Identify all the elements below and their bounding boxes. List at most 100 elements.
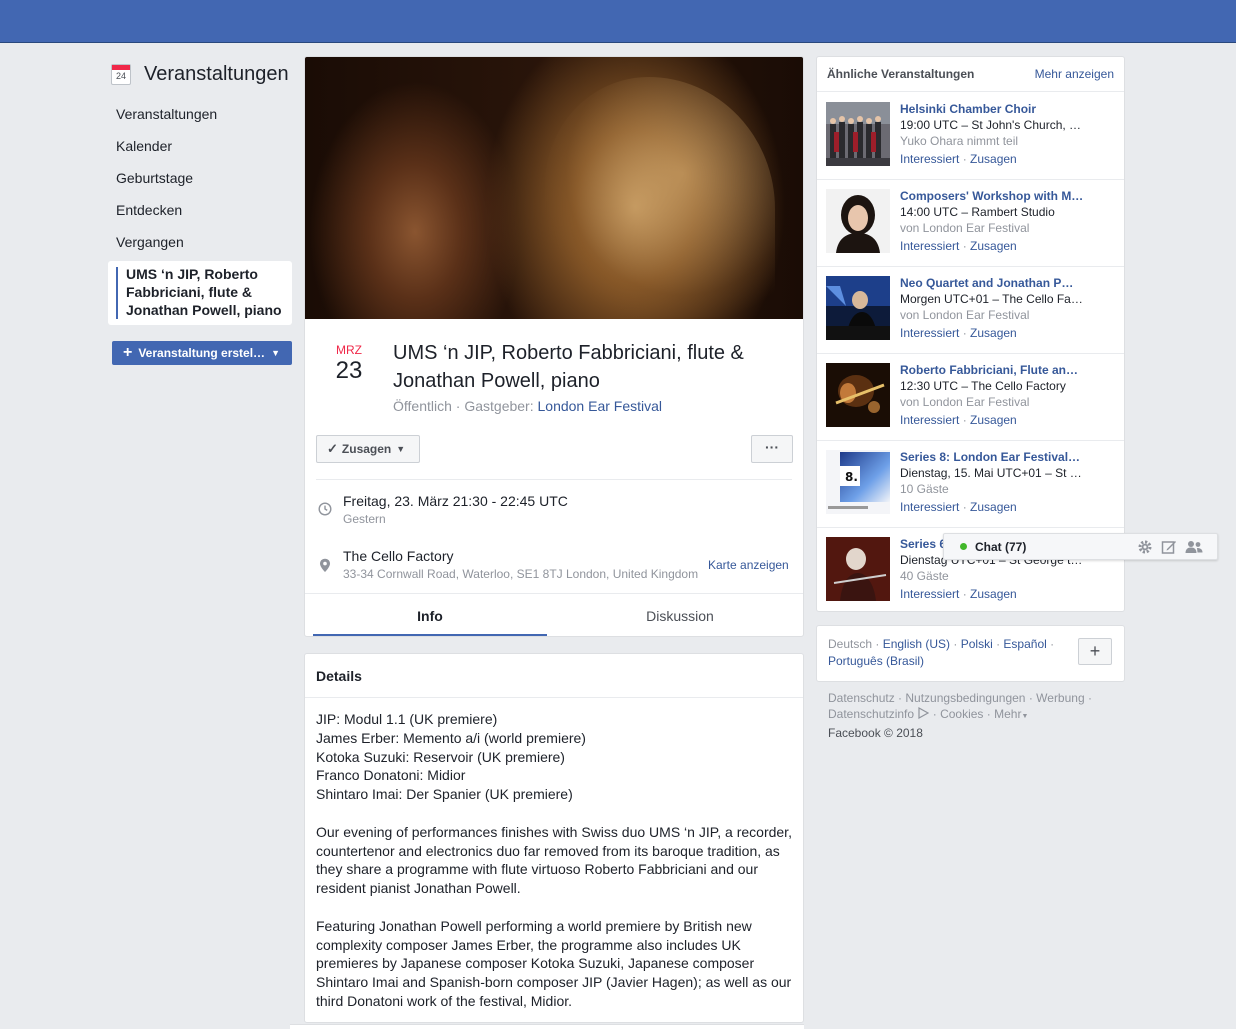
tab-info[interactable]: Info — [313, 594, 547, 636]
new-message-icon[interactable] — [1161, 539, 1177, 555]
footer-link[interactable]: Datenschutz — [828, 691, 895, 705]
sidebar-nav: Veranstaltungen Kalender Geburtstage Ent… — [108, 98, 292, 325]
going-link[interactable]: Zusagen — [970, 239, 1017, 253]
event-thumbnail[interactable] — [826, 537, 890, 601]
going-link[interactable]: Zusagen — [970, 326, 1017, 340]
going-link[interactable]: Zusagen — [970, 413, 1017, 427]
svg-text:8.: 8. — [845, 470, 858, 484]
going-button-label: Zusagen — [341, 442, 392, 456]
group-chat-icon[interactable] — [1185, 539, 1203, 555]
next-card-edge — [290, 1024, 804, 1029]
program-item: Franco Donatoni: Midior — [316, 767, 466, 784]
details-card: Details JIP: Modul 1.1 (UK premiere) Jam… — [304, 653, 804, 1023]
program-item: JIP: Modul 1.1 (UK premiere) — [316, 711, 498, 727]
event-thumbnail[interactable] — [826, 102, 890, 166]
chat-label: Chat (77) — [975, 539, 1027, 554]
event-card: MRZ 23 UMS ‘n JIP, Roberto Fabbriciani, … — [304, 56, 804, 637]
interested-button[interactable]: Interessiert — [900, 587, 959, 601]
sidebar-item-current-event[interactable]: UMS ‘n JIP, Roberto Fabbriciani, flute &… — [108, 261, 292, 325]
going-link[interactable]: Zusagen — [970, 587, 1017, 601]
event-venue[interactable]: The Cello Factory — [343, 548, 453, 564]
footer: Datenschutz · Nutzungsbedingungen · Werb… — [828, 691, 1092, 740]
event-privacy: Öffentlich — [393, 398, 452, 414]
footer-link[interactable]: Cookies — [940, 707, 983, 721]
event-thumbnail[interactable] — [826, 276, 890, 340]
program-item: Shintaro Imai: Der Spanier (UK premiere) — [316, 786, 573, 803]
similar-event-guests: 40 Gäste — [900, 569, 949, 583]
event-day: 23 — [335, 357, 363, 384]
event-time-relative: Gestern — [343, 512, 386, 526]
sidebar-item-birthdays[interactable]: Geburtstage — [108, 162, 292, 194]
current-language: Deutsch — [828, 637, 873, 651]
going-button[interactable]: ✓ Zusagen ▼ — [316, 435, 420, 463]
similar-event-time: Dienstag, 15. Mai UTC+01 – St … — [900, 466, 1082, 480]
similar-event-item: Composers' Workshop with M… 14:00 UTC – … — [817, 180, 1124, 267]
similar-event-host: Yuko Ohara nimmt teil — [900, 134, 1019, 148]
add-language-button[interactable]: + — [1078, 638, 1112, 665]
language-link[interactable]: Português (Brasil) — [828, 654, 924, 668]
going-link[interactable]: Zusagen — [970, 500, 1017, 514]
similar-event-host: von London Ear Festival — [900, 221, 1030, 235]
online-status-dot — [960, 543, 967, 550]
event-thumbnail[interactable] — [826, 189, 890, 253]
interested-button[interactable]: Interessiert — [900, 239, 959, 253]
program-item: Kotoka Suzuki: Reservoir (UK premiere) — [316, 748, 565, 765]
create-event-label: Veranstaltung erstel… — [138, 346, 266, 360]
similar-event-item: Roberto Fabbriciani, Flute an… 12:30 UTC… — [817, 354, 1124, 441]
interested-button[interactable]: Interessiert — [900, 413, 959, 427]
details-heading: Details — [305, 654, 803, 698]
copyright: Facebook © 2018 — [828, 726, 923, 740]
create-event-button[interactable]: + Veranstaltung erstel… ▼ — [112, 341, 292, 365]
event-month: MRZ — [336, 343, 362, 357]
footer-link[interactable]: Werbung — [1036, 691, 1084, 705]
interested-button[interactable]: Interessiert — [900, 326, 959, 340]
details-paragraph: Featuring Jonathan Powell performing a w… — [316, 917, 792, 1009]
event-thumbnail[interactable] — [826, 363, 890, 427]
going-link[interactable]: Zusagen — [970, 152, 1017, 166]
event-thumbnail[interactable]: 8. — [826, 450, 890, 514]
event-title: UMS ‘n JIP, Roberto Fabbriciani, flute &… — [393, 342, 744, 392]
similar-event-name[interactable]: Roberto Fabbriciani, Flute an… — [900, 362, 1090, 378]
interested-button[interactable]: Interessiert — [900, 152, 959, 166]
top-navigation-bar — [0, 0, 1236, 43]
chevron-down-icon: ▼ — [396, 444, 406, 454]
footer-link[interactable]: Datenschutzinfo — [828, 707, 914, 721]
footer-link[interactable]: Mehr — [994, 707, 1021, 721]
similar-event-name[interactable]: Neo Quartet and Jonathan P… — [900, 275, 1090, 291]
sidebar-item-calendar[interactable]: Kalender — [108, 130, 292, 162]
similar-event-item: 8. Series 8: London Ear Festival… Dienst… — [817, 441, 1124, 528]
sidebar-item-discover[interactable]: Entdecken — [108, 194, 292, 226]
event-host-link[interactable]: London Ear Festival — [538, 398, 663, 414]
similar-events-header: Ähnliche Veranstaltungen Mehr anzeigen — [817, 57, 1124, 92]
adchoices-icon[interactable] — [917, 706, 930, 720]
tab-discussion[interactable]: Diskussion — [563, 594, 797, 636]
language-link[interactable]: Polski — [961, 637, 993, 651]
event-cover-photo[interactable] — [305, 57, 803, 319]
chat-bar[interactable]: Chat (77) — [943, 533, 1218, 560]
sidebar-item-past[interactable]: Vergangen — [108, 226, 292, 258]
sidebar-title[interactable]: Veranstaltungen — [144, 63, 289, 86]
language-link[interactable]: English (US) — [883, 637, 950, 651]
event-time: Freitag, 23. März 21:30 - 22:45 UTC — [343, 493, 568, 509]
show-more-link[interactable]: Mehr anzeigen — [1035, 67, 1114, 81]
similar-events-title: Ähnliche Veranstaltungen — [827, 67, 975, 81]
gear-icon[interactable] — [1137, 539, 1153, 555]
sidebar-item-events[interactable]: Veranstaltungen — [108, 98, 292, 130]
similar-event-guests: 10 Gäste — [900, 482, 949, 496]
similar-event-name[interactable]: Helsinki Chamber Choir — [900, 101, 1090, 117]
similar-event-name[interactable]: Series 8: London Ear Festival… — [900, 449, 1090, 465]
show-map-link[interactable]: Karte anzeigen — [708, 558, 789, 572]
clock-icon — [318, 502, 332, 516]
language-link[interactable]: Español — [1003, 637, 1046, 651]
details-paragraph: Our evening of performances finishes wit… — [316, 823, 792, 897]
calendar-icon-day: 24 — [115, 70, 126, 81]
similar-event-name[interactable]: Composers' Workshop with M… — [900, 188, 1090, 204]
sidebar-header: 24 Veranstaltungen — [111, 60, 289, 88]
divider — [316, 479, 792, 480]
more-options-button[interactable]: ··· — [751, 435, 793, 463]
language-card: Deutsch · English (US) · Polski · Españo… — [816, 625, 1125, 682]
chevron-down-icon: ▼ — [1021, 713, 1029, 720]
similar-event-host: von London Ear Festival — [900, 308, 1030, 322]
footer-link[interactable]: Nutzungsbedingungen — [905, 691, 1025, 705]
interested-button[interactable]: Interessiert — [900, 500, 959, 514]
